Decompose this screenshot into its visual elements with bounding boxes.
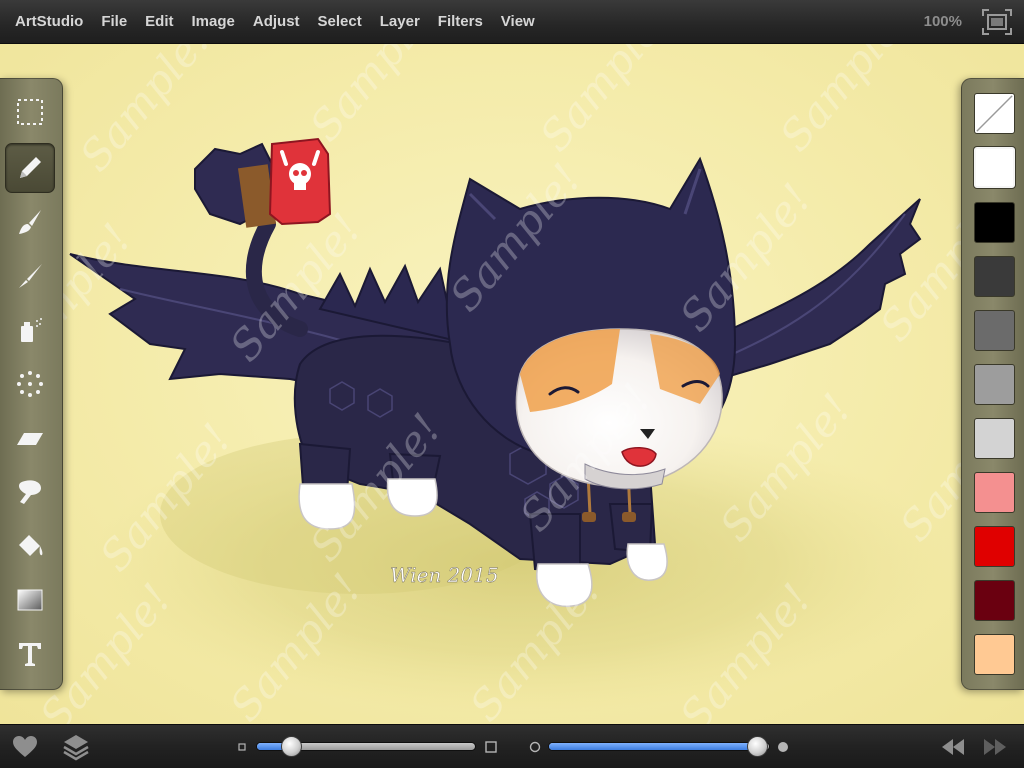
eraser-tool[interactable] — [5, 413, 55, 463]
undo-icon[interactable] — [940, 737, 966, 757]
spray-tool[interactable] — [5, 305, 55, 355]
gradient-tool[interactable] — [5, 575, 55, 625]
scatter-tool[interactable] — [5, 359, 55, 409]
pencil-icon — [20, 157, 41, 178]
watermark-text: Sample! — [300, 44, 450, 150]
color-palette — [961, 78, 1024, 690]
stamp-icon — [19, 480, 41, 504]
text-icon — [19, 643, 41, 666]
bottom-toolbar — [0, 724, 1024, 768]
main-menu: ArtStudio File Edit Image Adjust Select … — [0, 0, 544, 44]
zoom-level[interactable]: 100% — [906, 0, 962, 44]
watermark-text: Sample! — [530, 44, 680, 160]
small-size-icon — [238, 743, 246, 751]
no-color-icon — [976, 95, 1013, 132]
swatch-gray[interactable] — [974, 310, 1015, 351]
swatch-pink[interactable] — [974, 472, 1015, 513]
swatch-dark-red[interactable] — [974, 580, 1015, 621]
pencil-tool[interactable] — [5, 143, 55, 193]
opacity-fill — [549, 743, 758, 750]
clone-tool[interactable] — [5, 467, 55, 517]
high-opacity-icon — [778, 742, 788, 752]
swatch-black[interactable] — [974, 202, 1015, 243]
text-tool[interactable] — [5, 629, 55, 679]
watermark-text: Sample! — [770, 44, 920, 160]
artwork: Wien 2015 Sample! Sample! Sample! Sample… — [0, 44, 1024, 724]
large-size-icon — [485, 741, 497, 753]
swatch-light-gray[interactable] — [974, 418, 1015, 459]
heart-icon[interactable] — [12, 735, 38, 759]
app-menu[interactable]: ArtStudio — [6, 0, 92, 44]
brush-tool[interactable] — [5, 197, 55, 247]
paint-bucket-icon — [19, 535, 43, 556]
swatch-transparent[interactable] — [974, 93, 1015, 134]
menu-bar: ArtStudio File Edit Image Adjust Select … — [0, 0, 1024, 44]
brush-icon — [19, 210, 41, 234]
tool-panel — [0, 78, 63, 690]
fullscreen-icon[interactable] — [982, 9, 1012, 35]
menu-filters[interactable]: Filters — [429, 0, 492, 44]
swatch-red[interactable] — [974, 526, 1015, 567]
brush-size-knob[interactable] — [281, 736, 302, 757]
eraser-icon — [17, 433, 43, 445]
selection-tool[interactable] — [5, 87, 55, 137]
menu-view[interactable]: View — [492, 0, 544, 44]
menu-edit[interactable]: Edit — [136, 0, 182, 44]
opacity-knob[interactable] — [747, 736, 768, 757]
layers-icon[interactable] — [62, 733, 90, 761]
watermark-text: Sample! — [70, 44, 220, 180]
menu-select[interactable]: Select — [309, 0, 371, 44]
fill-tool[interactable] — [5, 521, 55, 571]
brush-size-slider[interactable] — [256, 736, 476, 757]
smudge-icon — [19, 264, 42, 288]
spray-can-icon — [21, 318, 42, 342]
swatch-medium-gray[interactable] — [974, 364, 1015, 405]
redo-icon[interactable] — [982, 737, 1008, 757]
gradient-icon — [17, 589, 43, 611]
swatch-peach[interactable] — [974, 634, 1015, 675]
swatch-white[interactable] — [974, 147, 1015, 188]
menu-file[interactable]: File — [92, 0, 136, 44]
signature: Wien 2015 — [390, 563, 499, 587]
drawing-canvas[interactable]: Wien 2015 Sample! Sample! Sample! Sample… — [0, 44, 1024, 724]
marquee-icon — [17, 99, 43, 125]
dots-icon — [17, 371, 43, 397]
smudge-tool[interactable] — [5, 251, 55, 301]
menu-layer[interactable]: Layer — [371, 0, 429, 44]
swatch-dark-gray[interactable] — [974, 256, 1015, 297]
opacity-slider[interactable] — [548, 736, 770, 757]
menu-image[interactable]: Image — [183, 0, 244, 44]
low-opacity-icon — [529, 741, 541, 753]
menu-adjust[interactable]: Adjust — [244, 0, 309, 44]
